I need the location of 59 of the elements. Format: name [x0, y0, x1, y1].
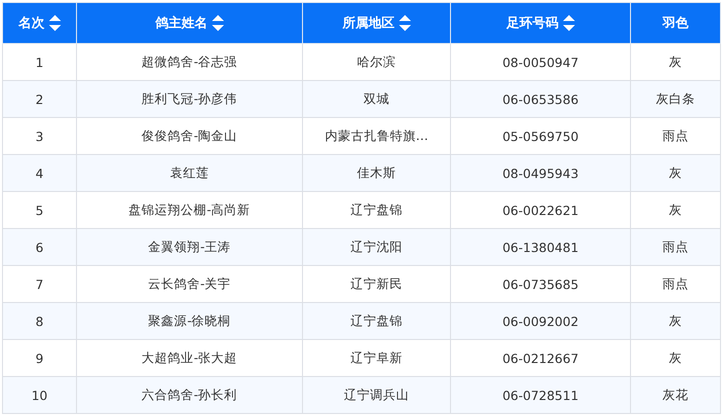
table-cell: 佳木斯	[302, 154, 450, 192]
table-cell: 灰	[630, 44, 720, 80]
table-cell: 双城	[302, 80, 450, 118]
table-cell: 灰	[630, 340, 720, 376]
column-header[interactable]: 名次	[2, 2, 76, 44]
table-cell: 俊俊鸽舍-陶金山	[76, 118, 302, 154]
table-cell: 7	[2, 266, 76, 302]
table-cell: 灰白条	[630, 80, 720, 118]
table-cell: 9	[2, 340, 76, 376]
table-cell: 8	[2, 302, 76, 340]
table-cell: 1	[2, 44, 76, 80]
table-cell: 灰	[630, 192, 720, 228]
table-cell: 4	[2, 154, 76, 192]
table-cell: 灰	[630, 302, 720, 340]
table-cell: 雨点	[630, 266, 720, 302]
table-cell: 大超鸽业-张大超	[76, 340, 302, 376]
table-cell: 06-1380481	[450, 228, 630, 266]
table-cell: 辽宁盘锦	[302, 192, 450, 228]
table-cell: 哈尔滨	[302, 44, 450, 80]
table-cell: 06-0728511	[450, 376, 630, 414]
sort-icon[interactable]	[48, 15, 60, 31]
table-cell: 06-0022621	[450, 192, 630, 228]
table-cell: 2	[2, 80, 76, 118]
table-cell: 盘锦运翔公棚-高尚新	[76, 192, 302, 228]
table-cell: 05-0569750	[450, 118, 630, 154]
column-header[interactable]: 所属地区	[302, 2, 450, 44]
table-cell: 辽宁调兵山	[302, 376, 450, 414]
table-cell: 聚鑫源-徐晓桐	[76, 302, 302, 340]
table-cell: 六合鸽舍-孙长利	[76, 376, 302, 414]
table-cell: 辽宁盘锦	[302, 302, 450, 340]
table-cell: 胜利飞冠-孙彦伟	[76, 80, 302, 118]
column-header: 羽色	[630, 2, 720, 44]
sort-icon[interactable]	[398, 15, 410, 31]
table-cell: 超微鸽舍-谷志强	[76, 44, 302, 80]
table-cell: 灰花	[630, 376, 720, 414]
table-cell: 06-0653586	[450, 80, 630, 118]
table-cell: 辽宁新民	[302, 266, 450, 302]
table-cell: 5	[2, 192, 76, 228]
table-cell: 雨点	[630, 228, 720, 266]
table-cell: 06-0735685	[450, 266, 630, 302]
column-header[interactable]: 鸽主姓名	[76, 2, 302, 44]
table-cell: 辽宁沈阳	[302, 228, 450, 266]
table-cell: 内蒙古扎鲁特旗…	[302, 118, 450, 154]
table-cell: 金翼领翔-王涛	[76, 228, 302, 266]
table-cell: 08-0050947	[450, 44, 630, 80]
table-cell: 灰	[630, 154, 720, 192]
column-header[interactable]: 足环号码	[450, 2, 630, 44]
table-cell: 辽宁阜新	[302, 340, 450, 376]
table-cell: 08-0495943	[450, 154, 630, 192]
table-cell: 云长鸽舍-关宇	[76, 266, 302, 302]
table-cell: 袁红莲	[76, 154, 302, 192]
table-cell: 10	[2, 376, 76, 414]
table-cell: 06-0212667	[450, 340, 630, 376]
table-cell: 3	[2, 118, 76, 154]
table-cell: 雨点	[630, 118, 720, 154]
table-cell: 06-0092002	[450, 302, 630, 340]
sort-icon[interactable]	[562, 15, 574, 31]
table-cell: 6	[2, 228, 76, 266]
sort-icon[interactable]	[212, 15, 224, 31]
